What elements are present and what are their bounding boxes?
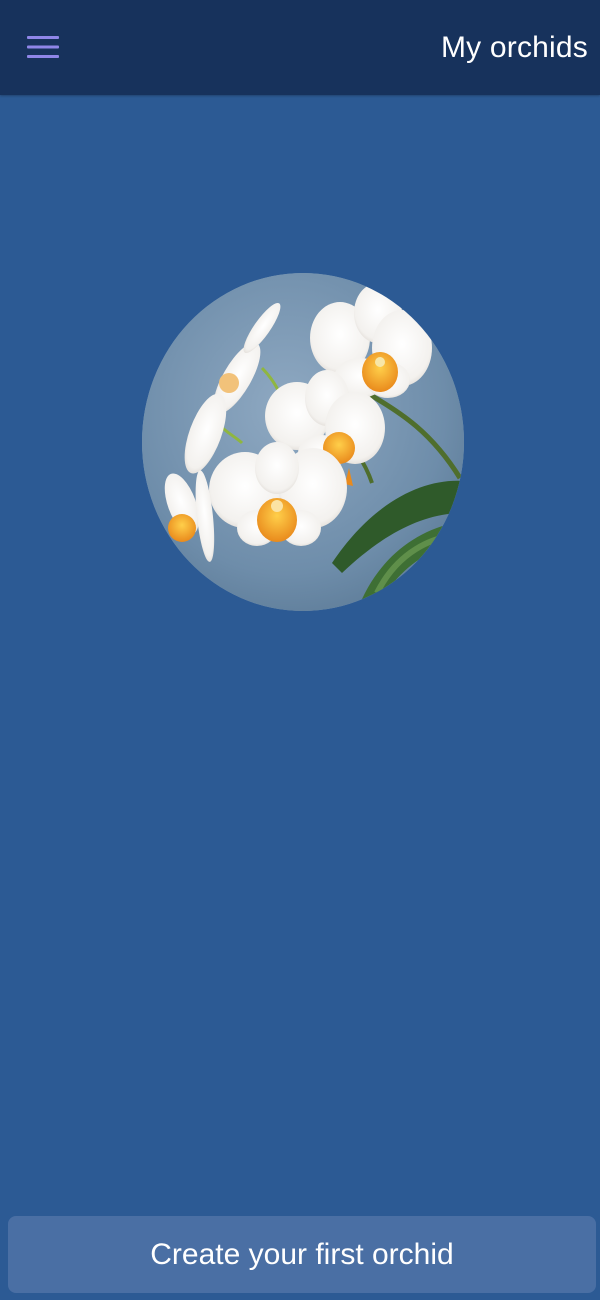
page-title: My orchids (440, 31, 588, 64)
menu-button[interactable] (14, 18, 72, 76)
app-bar: My orchids (0, 0, 600, 95)
hamburger-menu-icon (27, 36, 59, 58)
app-screen: My orchids Create your first orchid (0, 0, 600, 1300)
orchid-photo (142, 273, 464, 611)
create-first-orchid-button[interactable]: Create your first orchid (8, 1216, 596, 1293)
